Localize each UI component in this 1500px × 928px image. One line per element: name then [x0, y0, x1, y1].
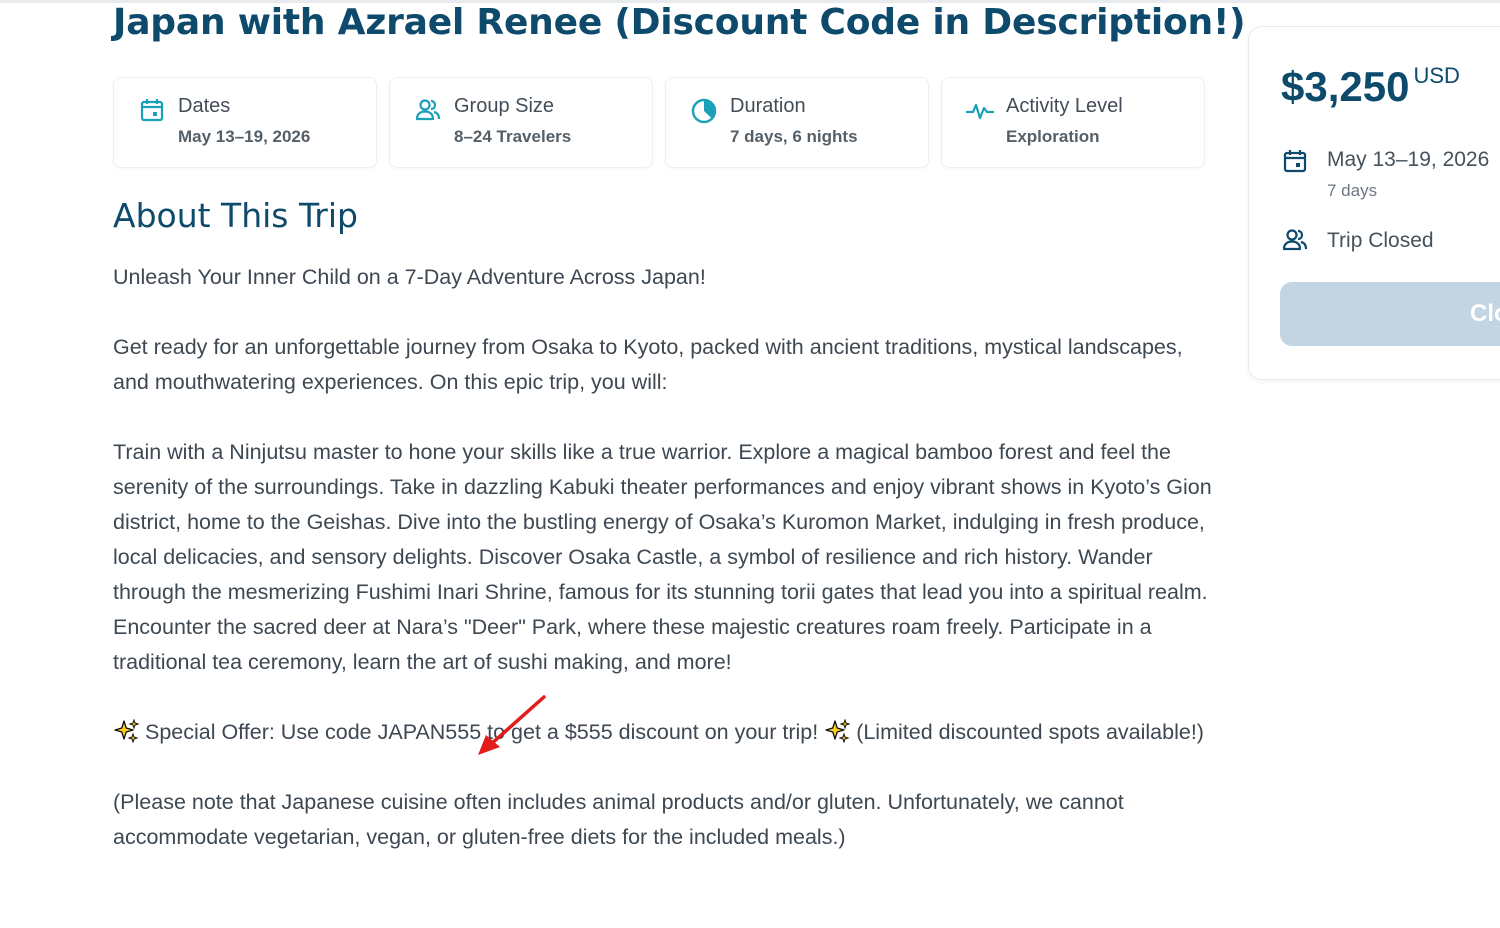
info-cards: Dates May 13–19, 2026 Group Size 8–24 Tr…	[113, 77, 1205, 168]
closed-button[interactable]: Closed	[1280, 282, 1500, 346]
annotation-arrow-icon	[478, 695, 546, 755]
calendar-icon	[140, 99, 164, 122]
highlights-paragraph: Train with a Ninjutsu master to hone you…	[113, 440, 1212, 674]
card-label: Group Size	[454, 95, 555, 117]
card-value: Exploration	[1006, 127, 1100, 146]
sparkles-icon	[114, 719, 139, 743]
info-card-group-size: Group Size 8–24 Travelers	[389, 77, 653, 168]
group-icon	[1282, 229, 1308, 251]
intro-paragraph: Unleash Your Inner Child on a 7-Day Adve…	[113, 265, 706, 289]
special-offer: Special Offer: Use code JAPAN555 to get …	[113, 715, 1213, 750]
price: $3,250 USD	[1281, 63, 1460, 111]
card-value: May 13–19, 2026	[178, 127, 311, 146]
price-amount: $3,250	[1281, 63, 1410, 110]
booking-sidebar: $3,250 USD May 13–19, 2026 7 days Trip Cl…	[1248, 26, 1500, 380]
info-card-duration: Duration 7 days, 6 nights	[665, 77, 929, 168]
price-currency: USD	[1413, 63, 1460, 88]
activity-icon	[966, 103, 994, 120]
card-label: Dates	[178, 95, 231, 117]
calendar-icon	[1283, 150, 1307, 173]
trip-description: Unleash Your Inner Child on a 7-Day Adve…	[113, 260, 1213, 890]
sparkles-icon	[825, 719, 851, 743]
card-label: Duration	[730, 95, 806, 117]
dietary-note: (Please note that Japanese cuisine often…	[113, 790, 1124, 849]
trip-status: Trip Closed	[1327, 229, 1434, 252]
sidebar-days: 7 days	[1327, 181, 1378, 200]
about-heading: About This Trip	[113, 196, 358, 235]
trip-title: Japan with Azrael Renee (Discount Code i…	[113, 2, 1246, 43]
offer-limited-text: (Limited discounted spots available!)	[850, 720, 1204, 744]
card-value: 8–24 Travelers	[454, 127, 572, 146]
info-card-activity-level: Activity Level Exploration	[941, 77, 1205, 168]
card-value: 7 days, 6 nights	[730, 127, 858, 146]
card-label: Activity Level	[1006, 95, 1123, 117]
clock-pie-icon	[691, 98, 717, 124]
sidebar-dates: May 13–19, 2026	[1327, 148, 1490, 171]
description-paragraph: Get ready for an unforgettable journey f…	[113, 335, 1183, 394]
info-card-dates: Dates May 13–19, 2026	[113, 77, 377, 168]
group-icon	[415, 99, 441, 121]
